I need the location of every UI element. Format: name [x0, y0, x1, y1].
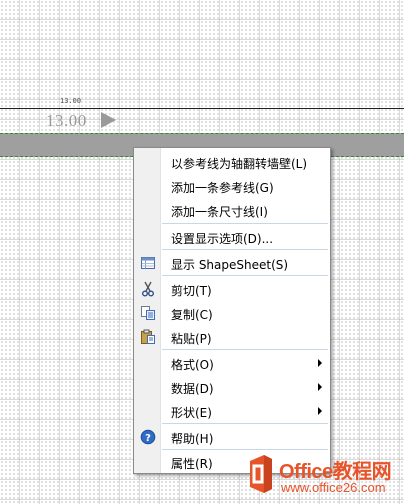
menu-item-label: 显示 ShapeSheet(S) [171, 258, 289, 272]
menu-separator [162, 275, 328, 276]
menu-item-label: 添加一条参考线(G) [171, 181, 274, 195]
menu-item-shape[interactable]: 形状(E) [135, 400, 329, 422]
menu-item-add-dimension[interactable]: 添加一条尺寸线(I) [135, 199, 329, 221]
menu-item-cut[interactable]: 剪切(T) [135, 278, 329, 300]
menu-separator [162, 423, 328, 424]
menu-item-show-shapesheet[interactable]: 显示 ShapeSheet(S) [135, 252, 329, 274]
paste-icon [140, 329, 156, 345]
menu-item-label: 形状(E) [171, 406, 212, 420]
submenu-arrow-icon [318, 407, 322, 415]
submenu-arrow-icon [318, 359, 322, 367]
menu-item-label: 数据(D) [171, 382, 214, 396]
menu-item-label: 属性(R) [171, 457, 213, 471]
menu-item-copy[interactable]: 复制(C) [135, 302, 329, 324]
menu-item-display-options[interactable]: 设置显示选项(D)... [135, 226, 329, 248]
context-menu: 以参考线为轴翻转墙壁(L) 添加一条参考线(G) 添加一条尺寸线(I) 设置显示… [133, 147, 331, 474]
menu-item-paste[interactable]: 粘贴(P) [135, 326, 329, 348]
menu-separator [162, 249, 328, 250]
dimension-label-small: 13.00 [60, 97, 82, 105]
menu-item-format[interactable]: 格式(O) [135, 352, 329, 374]
office-logo-icon [246, 452, 276, 496]
menu-item-label: 帮助(H) [171, 432, 214, 446]
menu-item-label: 添加一条尺寸线(I) [171, 205, 268, 219]
menu-item-label: 复制(C) [171, 308, 213, 322]
dimension-arrow-icon[interactable] [101, 112, 116, 128]
help-icon: ? [140, 429, 156, 445]
dimension-label-large[interactable]: 13.00 [46, 111, 87, 131]
shapesheet-icon [140, 255, 156, 271]
menu-item-label: 格式(O) [171, 358, 214, 372]
menu-item-help[interactable]: ? 帮助(H) [135, 426, 329, 448]
reference-line[interactable] [0, 108, 404, 109]
svg-text:?: ? [145, 433, 151, 444]
menu-item-data[interactable]: 数据(D) [135, 376, 329, 398]
menu-item-add-guide[interactable]: 添加一条参考线(G) [135, 175, 329, 197]
menu-item-label: 剪切(T) [171, 284, 212, 298]
copy-icon [140, 305, 156, 321]
menu-item-label: 粘贴(P) [171, 332, 212, 346]
menu-item-flip-wall[interactable]: 以参考线为轴翻转墙壁(L) [135, 151, 329, 173]
menu-separator [162, 449, 328, 450]
menu-item-label: 以参考线为轴翻转墙壁(L) [171, 157, 308, 171]
scissors-icon [140, 281, 156, 297]
menu-separator [162, 223, 328, 224]
menu-item-label: 设置显示选项(D)... [171, 232, 274, 246]
menu-separator [162, 349, 328, 350]
submenu-arrow-icon [318, 383, 322, 391]
watermark-url: www.office26.com [281, 480, 386, 495]
